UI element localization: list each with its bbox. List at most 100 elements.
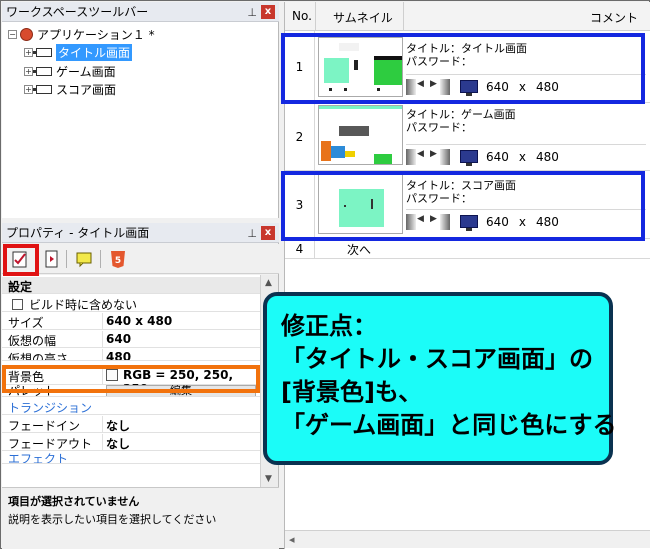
property-key: 仮想の幅 — [8, 334, 57, 348]
column-divider — [102, 349, 103, 360]
scroll-left-icon[interactable]: ◂ — [289, 533, 295, 546]
column-header-thumbnail[interactable]: サムネイル — [333, 9, 393, 26]
tree-item-title-screen[interactable]: + タイトル画面 — [24, 44, 133, 61]
monitor-icon — [460, 150, 478, 166]
property-row-fade-out[interactable]: フェードアウト なし — [2, 434, 260, 451]
property-section-settings: 設定 — [2, 277, 260, 294]
property-key: 仮想の高さ — [8, 352, 69, 361]
property-key: トランジション — [8, 401, 93, 415]
expand-icon[interactable]: + — [24, 48, 33, 57]
property-row-exclude-build[interactable]: ビルド時に含めない — [2, 295, 260, 312]
column-divider — [315, 2, 316, 31]
properties-title: プロパティ - タイトル画面 — [6, 226, 150, 240]
scene-comment: タイトル：ゲーム画面 パスワード： — [406, 106, 646, 134]
exclude-build-checkbox[interactable] — [12, 299, 23, 310]
callout-line: 修正点： — [281, 312, 377, 340]
column-header-no[interactable]: No. — [292, 9, 312, 23]
property-section-effect: エフェクト — [2, 452, 260, 464]
row-number: 2 — [285, 103, 315, 170]
tree-app-node[interactable]: − アプリケーション１ * — [8, 26, 155, 43]
highlight-row-1 — [281, 33, 645, 104]
highlight-bg-color — [2, 365, 260, 393]
resolution-height: 480 — [536, 149, 559, 164]
screen-icon — [33, 67, 52, 76]
comment-icon[interactable] — [74, 249, 94, 269]
collapse-icon[interactable]: − — [8, 30, 17, 39]
toolbar-separator — [66, 250, 67, 268]
property-key: フェードアウト — [8, 437, 93, 451]
move-right-icon[interactable] — [430, 148, 450, 165]
pin-icon[interactable]: ⊥ — [247, 227, 257, 240]
pin-icon[interactable]: ⊥ — [247, 6, 257, 19]
property-row-virtual-height[interactable]: 仮想の高さ 480 — [2, 349, 260, 361]
help-title: 項目が選択されていません — [8, 495, 140, 508]
tree-app-label: アプリケーション１ * — [37, 28, 155, 42]
scene-thumbnail[interactable] — [318, 105, 403, 165]
tree-item-game-screen[interactable]: + ゲーム画面 — [24, 63, 116, 80]
screen-icon — [33, 48, 52, 57]
highlight-row-3 — [281, 171, 645, 241]
close-icon[interactable]: x — [261, 5, 275, 19]
svg-text:5: 5 — [115, 256, 121, 266]
workspace-title: ワークスペースツールバー — [6, 5, 149, 19]
workspace-tree: − アプリケーション１ * + タイトル画面 + ゲーム画面 + スコア画面 — [2, 22, 279, 218]
property-value: 640 — [106, 332, 132, 346]
tree-item-label: タイトル画面 — [56, 44, 133, 61]
column-divider — [102, 331, 103, 348]
page-arrow-icon[interactable] — [42, 249, 62, 269]
thumbnail-image — [319, 106, 402, 164]
expand-icon[interactable]: + — [24, 85, 33, 94]
table-header: No. サムネイル コメント — [285, 2, 650, 31]
move-left-icon[interactable] — [406, 148, 426, 165]
tree-item-label: ゲーム画面 — [56, 65, 116, 79]
annotation-callout: 修正点： 「タイトル・スコア画面」の [背景色]も、 「ゲーム画面」と同じ色にす… — [263, 292, 617, 465]
column-divider — [102, 416, 103, 433]
next-label[interactable]: 次へ — [347, 241, 371, 258]
column-divider — [403, 2, 404, 31]
resolution-separator: x — [518, 149, 527, 164]
column-divider — [102, 313, 103, 330]
resolution-width: 640 — [486, 149, 509, 164]
toolbar-separator — [100, 250, 101, 268]
property-value: 480 — [106, 350, 132, 361]
row-number: 4 — [285, 239, 315, 258]
property-key: 設定 — [8, 280, 33, 294]
property-value: なし — [106, 419, 131, 433]
scene-resolution: 640 x 480 — [486, 150, 569, 164]
horizontal-scrollbar[interactable]: ◂ — [285, 530, 650, 548]
screen-icon — [33, 85, 52, 94]
scene-title: タイトル：ゲーム画面 — [406, 108, 516, 121]
scene-password: パスワード： — [406, 121, 472, 134]
highlight-toolbar-button — [3, 244, 39, 276]
help-text: 説明を表示したい項目を選択してください — [8, 513, 217, 526]
property-section-transition: トランジション — [2, 398, 260, 415]
scroll-up-icon[interactable]: ▲ — [265, 278, 272, 288]
property-row-virtual-width[interactable]: 仮想の幅 640 — [2, 331, 260, 348]
property-value: 640 x 480 — [106, 314, 173, 328]
callout-line: [背景色]も、 — [281, 378, 423, 406]
workspace-panel-title: ワークスペースツールバー ⊥ x — [2, 2, 279, 22]
properties-panel-title: プロパティ - タイトル画面 ⊥ x — [2, 223, 279, 243]
properties-toolbar: 5 — [2, 244, 279, 274]
table-row[interactable]: 4 次へ — [285, 239, 650, 259]
property-key: エフェクト — [8, 452, 69, 464]
app-window: ワークスペースツールバー ⊥ x − アプリケーション１ * + タイトル画面 … — [0, 0, 650, 549]
property-row-size[interactable]: サイズ 640 x 480 — [2, 313, 260, 330]
tree-item-score-screen[interactable]: + スコア画面 — [24, 81, 116, 98]
property-key: ビルド時に含めない — [29, 298, 138, 312]
callout-line: 「ゲーム画面」と同じ色にする — [281, 411, 617, 439]
tree-item-label: スコア画面 — [56, 83, 117, 97]
property-value: なし — [106, 437, 131, 451]
close-icon[interactable]: x — [261, 226, 275, 240]
expand-icon[interactable]: + — [24, 67, 33, 76]
property-help-area: 項目が選択されていません 説明を表示したい項目を選択してください — [2, 487, 279, 549]
property-row-fade-in[interactable]: フェードイン なし — [2, 416, 260, 433]
scene-controls: 640 x 480 — [406, 144, 646, 168]
property-key: サイズ — [8, 316, 44, 330]
scroll-down-icon[interactable]: ▼ — [265, 474, 272, 484]
application-icon — [20, 28, 33, 41]
html5-icon[interactable]: 5 — [108, 249, 128, 269]
column-header-comment[interactable]: コメント — [590, 9, 638, 26]
table-row[interactable]: 2 タイトル：ゲーム画面 パスワード： ◀ ▶ 640 x 480 — [285, 103, 650, 171]
property-key: フェードイン — [8, 419, 81, 433]
